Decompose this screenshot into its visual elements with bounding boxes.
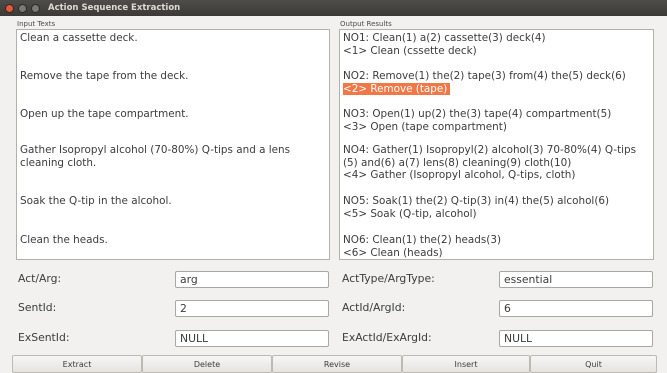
output-entry: NO2: Remove(1) the(2) tape(3) from(4) th… [343, 70, 650, 95]
output-action: <3> Open (tape compartment) [343, 120, 507, 133]
output-action: <1> Clean (cssette deck) [343, 44, 477, 57]
input-line-6: Clean the heads. [20, 234, 108, 246]
act-id-label: ActId/ArgId: [342, 301, 406, 314]
revise-button[interactable]: Revise [272, 355, 402, 373]
output-tokens: NO5: Soak(1) the(2) Q-tip(3) in(4) the(5… [343, 195, 610, 207]
ex-act-id-input[interactable]: NULL [499, 330, 653, 347]
output-tokens: NO6: Clean(1) the(2) heads(3) [343, 234, 502, 246]
output-entry: NO4: Gather(1) Isopropyl(2) alcohol(3) 7… [343, 144, 650, 182]
minimize-window-icon[interactable] [18, 3, 27, 13]
output-action: <6> Clean (heads) [343, 246, 443, 259]
ex-act-id-label: ExActId/ExArgId: [342, 331, 432, 344]
quit-button[interactable]: Quit [530, 355, 657, 373]
output-tokens: NO3: Open(1) up(2) the(3) tape(4) compar… [343, 108, 612, 120]
output-entry: NO1: Clean(1) a(2) cassette(3) deck(4) <… [343, 32, 650, 57]
window-title: Action Sequence Extraction [48, 3, 181, 13]
extract-button[interactable]: Extract [12, 355, 142, 373]
output-action: <4> Gather (Isopropyl alcohol, Q-tips, c… [343, 169, 576, 181]
output-action: <5> Soak (Q-tip, alcohol) [343, 207, 477, 220]
act-arg-label: Act/Arg: [18, 272, 62, 285]
output-results-label: Output Results [340, 20, 392, 28]
act-type-label: ActType/ArgType: [342, 272, 435, 285]
insert-button[interactable]: Insert [402, 355, 530, 373]
output-entry: NO6: Clean(1) the(2) heads(3) <6> Clean … [343, 234, 650, 259]
ex-sent-id-label: ExSentId: [18, 331, 70, 344]
input-line-1: Clean a cassette deck. [20, 32, 138, 44]
sent-id-label: SentId: [18, 301, 57, 314]
input-line-2: Remove the tape from the deck. [20, 70, 189, 82]
output-entry: NO5: Soak(1) the(2) Q-tip(3) in(4) the(5… [343, 195, 650, 220]
output-tokens: NO2: Remove(1) the(2) tape(3) from(4) th… [343, 70, 626, 82]
delete-button[interactable]: Delete [142, 355, 272, 373]
close-window-icon[interactable] [5, 3, 14, 13]
input-line-4: Gather Isopropyl alcohol (70-80%) Q-tips… [20, 144, 291, 169]
act-id-input[interactable]: 6 [499, 300, 653, 317]
output-tokens: NO4: Gather(1) Isopropyl(2) alcohol(3) 7… [343, 144, 637, 169]
input-line-5: Soak the Q-tip in the alcohol. [20, 195, 172, 207]
input-texts-area[interactable]: Clean a cassette deck. Remove the tape f… [16, 29, 330, 260]
input-line-3: Open up the tape compartment. [20, 108, 189, 120]
output-entry: NO3: Open(1) up(2) the(3) tape(4) compar… [343, 108, 650, 133]
act-arg-input[interactable]: arg [175, 271, 329, 288]
sent-id-input[interactable]: 2 [175, 300, 329, 317]
act-type-input[interactable]: essential [499, 271, 653, 288]
output-results-area[interactable]: NO1: Clean(1) a(2) cassette(3) deck(4) <… [339, 29, 654, 260]
output-tokens: NO1: Clean(1) a(2) cassette(3) deck(4) [343, 32, 546, 44]
input-texts-label: Input Texts [17, 20, 56, 28]
title-bar: Action Sequence Extraction [0, 0, 667, 16]
ex-sent-id-input[interactable]: NULL [175, 330, 329, 347]
maximize-window-icon[interactable] [31, 3, 40, 13]
selected-output-action[interactable]: <2> Remove (tape) [343, 82, 451, 95]
